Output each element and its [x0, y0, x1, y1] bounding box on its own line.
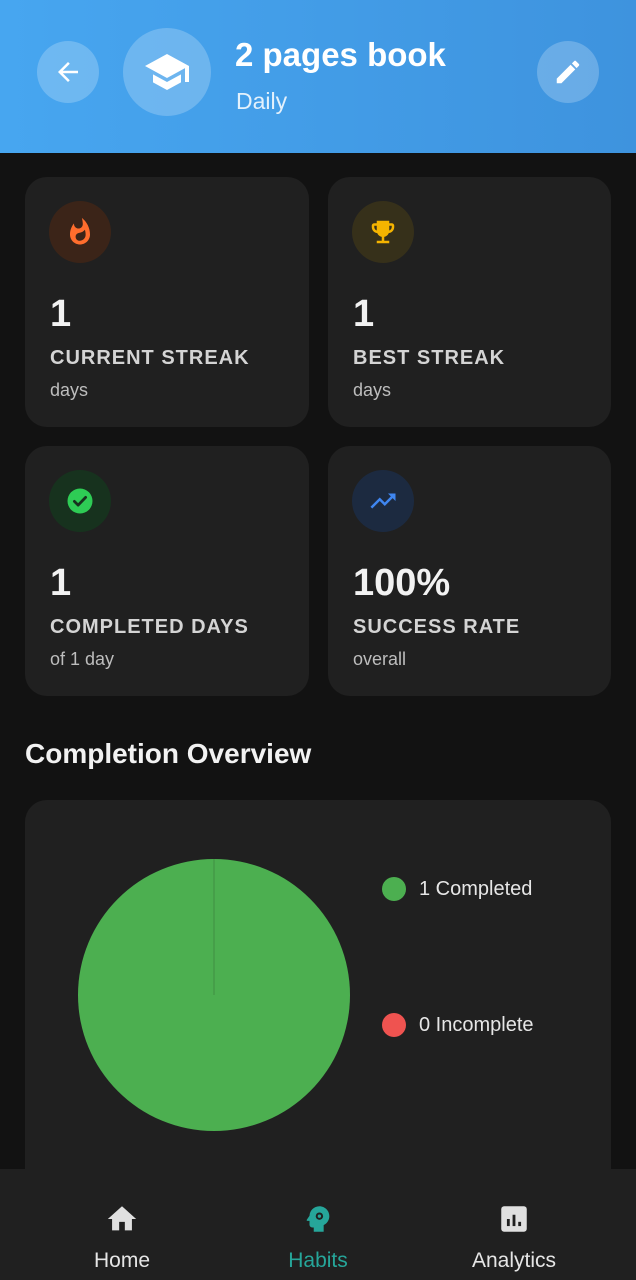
arrow-left-icon — [58, 62, 78, 82]
header-bar: 2 pages book Daily — [0, 0, 636, 153]
stat-label: COMPLETED DAYS — [50, 616, 249, 638]
edit-button[interactable] — [537, 41, 599, 103]
stat-subtitle: overall — [353, 649, 407, 669]
pencil-icon — [556, 60, 580, 84]
completion-pie-chart — [78, 859, 350, 1131]
stat-card-best-streak: 1 BEST STREAK days — [328, 177, 611, 427]
nav-label: Analytics — [471, 1249, 557, 1272]
trending-up-icon — [370, 493, 396, 509]
legend-dot-completed — [382, 877, 406, 901]
home-icon — [105, 1202, 139, 1236]
stat-icon-badge — [352, 470, 414, 532]
trophy-icon — [371, 220, 395, 244]
legend-item-completed: 1 Completed — [382, 877, 532, 901]
nav-label: Home — [93, 1249, 151, 1272]
stat-card-current-streak: 1 CURRENT STREAK days — [25, 177, 309, 427]
stat-card-success-rate: 100% SUCCESS RATE overall — [328, 446, 611, 696]
legend-item-incomplete: 0 Incomplete — [382, 1013, 534, 1037]
nav-item-home[interactable]: Home — [16, 1169, 228, 1280]
fire-icon — [70, 217, 90, 245]
stat-card-completed-days: 1 COMPLETED DAYS of 1 day — [25, 446, 309, 696]
stat-value: 1 — [353, 293, 375, 335]
stat-value: 1 — [50, 562, 72, 604]
bottom-navigation: Home Habits Analytics — [0, 1169, 636, 1280]
stat-subtitle: days — [353, 380, 392, 400]
brain-gear-icon — [301, 1202, 335, 1236]
stat-value: 100% — [353, 562, 451, 604]
stat-icon-badge — [352, 201, 414, 263]
stat-value: 1 — [50, 293, 72, 335]
stat-subtitle: days — [50, 380, 89, 400]
graduation-cap-icon — [145, 54, 189, 90]
section-title-completion-overview: Completion Overview — [25, 738, 312, 769]
bar-chart-icon — [497, 1202, 531, 1236]
habit-title: 2 pages book — [235, 36, 446, 73]
stat-label: SUCCESS RATE — [353, 616, 521, 638]
stat-label: BEST STREAK — [353, 347, 506, 369]
check-circle-icon — [67, 488, 93, 514]
stat-subtitle: of 1 day — [50, 649, 115, 669]
habit-frequency: Daily — [236, 88, 288, 114]
legend-label: 0 Incomplete — [419, 1013, 534, 1036]
habit-icon-badge — [123, 28, 211, 116]
stat-icon-badge — [49, 470, 111, 532]
nav-label: Habits — [288, 1249, 348, 1272]
stat-label: CURRENT STREAK — [50, 347, 250, 369]
completion-chart-card: 1 Completed 0 Incomplete — [25, 800, 611, 1220]
back-button[interactable] — [37, 41, 99, 103]
legend-label: 1 Completed — [419, 877, 533, 900]
stat-icon-badge — [49, 201, 111, 263]
habit-detail-screen: 2 pages book Daily 1 CURRENT STREAK days… — [0, 0, 636, 1280]
nav-item-analytics[interactable]: Analytics — [408, 1169, 620, 1280]
legend-dot-incomplete — [382, 1013, 406, 1037]
nav-item-habits[interactable]: Habits — [212, 1169, 424, 1280]
